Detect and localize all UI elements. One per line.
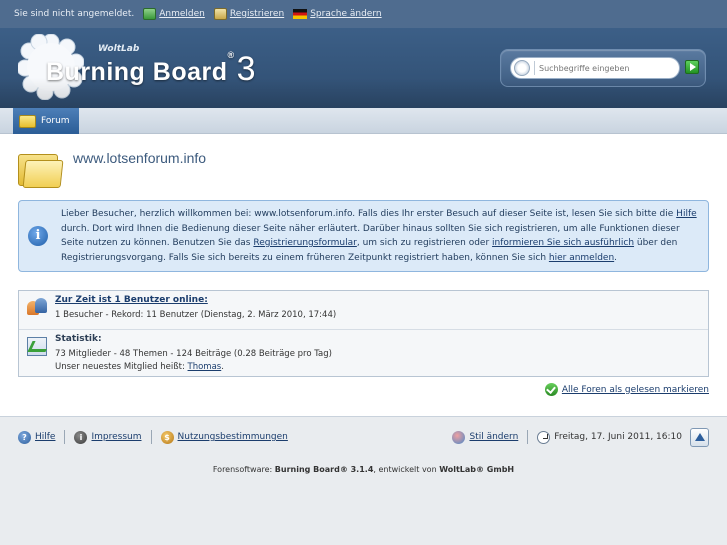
terms-icon: $ bbox=[160, 430, 174, 444]
footer-style-link[interactable]: Stil ändern bbox=[469, 432, 518, 442]
info-icon: i bbox=[28, 226, 48, 246]
checkmark-icon bbox=[544, 383, 558, 396]
newest-member-suffix: . bbox=[221, 362, 224, 372]
page-footer: ? Hilfe i Impressum $ Nutzungsbestimmung… bbox=[0, 416, 727, 545]
login-icon bbox=[143, 8, 157, 20]
footer-terms-link[interactable]: Nutzungsbestimmungen bbox=[178, 432, 288, 442]
magnifier-icon[interactable] bbox=[514, 60, 530, 76]
welcome-text-part: Lieber Besucher, herzlich willkommen bei… bbox=[61, 209, 677, 219]
forum-folder-icon bbox=[18, 150, 64, 188]
users-online-icon bbox=[27, 298, 47, 315]
statistics-heading: Statistik: bbox=[55, 334, 102, 344]
page-title: www.lotsenforum.info bbox=[73, 150, 207, 166]
footer-style[interactable]: Stil ändern bbox=[452, 430, 518, 444]
main-content: www.lotsenforum.info i Lieber Besucher, … bbox=[0, 134, 727, 416]
forum-statistics-box: Zur Zeit ist 1 Benutzer online: 1 Besuch… bbox=[18, 290, 709, 377]
site-header: WoltLab Burning Board®3 bbox=[0, 28, 727, 108]
footer-separator bbox=[64, 430, 66, 444]
style-palette-icon bbox=[452, 430, 466, 444]
search-input[interactable] bbox=[539, 62, 674, 74]
imprint-icon: i bbox=[74, 430, 88, 444]
footer-date: Freitag, 17. Juni 2011, 16:10 bbox=[537, 430, 682, 444]
login-link[interactable]: Anmelden bbox=[143, 8, 205, 20]
clock-icon bbox=[537, 430, 551, 444]
login-label: Anmelden bbox=[159, 9, 205, 19]
newest-member-prefix: Unser neuestes Mitglied heißt: bbox=[55, 362, 188, 372]
back-to-top-icon[interactable] bbox=[690, 427, 709, 447]
users-online-record: 1 Besucher - Rekord: 11 Benutzer (Dienst… bbox=[55, 310, 337, 320]
flag-germany-icon bbox=[293, 9, 308, 19]
login-here-link[interactable]: hier anmelden bbox=[549, 253, 614, 263]
newest-member-line: Unser neuestes Mitglied heißt: Thomas. bbox=[55, 362, 224, 372]
logo-registered-mark: ® bbox=[227, 50, 235, 60]
main-navigation: Forum bbox=[0, 108, 727, 134]
registration-form-link[interactable]: Registrierungsformular bbox=[253, 238, 356, 248]
logo-title: Burning Board®3 bbox=[46, 50, 256, 89]
footer-imprint-link[interactable]: Impressum bbox=[91, 432, 141, 442]
statistics-section: Statistik: 73 Mitglieder - 48 Themen - 1… bbox=[19, 329, 708, 377]
mark-all-read-link[interactable]: Alle Foren als gelesen markieren bbox=[562, 385, 709, 395]
logo-version-number: 3 bbox=[236, 50, 257, 88]
user-bar: Sie sind nicht angemeldet. Anmelden Regi… bbox=[0, 0, 727, 28]
copyright-product: Burning Board® 3.1.4 bbox=[274, 465, 374, 474]
folder-icon bbox=[19, 114, 36, 128]
login-status: Sie sind nicht angemeldet. bbox=[14, 9, 135, 19]
copyright-mid: , entwickelt von bbox=[373, 465, 440, 474]
search-divider bbox=[534, 61, 535, 75]
search-submit-icon[interactable] bbox=[685, 60, 699, 74]
register-link[interactable]: Registrieren bbox=[213, 8, 285, 20]
welcome-info-box: i Lieber Besucher, herzlich willkommen b… bbox=[18, 200, 709, 272]
footer-help[interactable]: ? Hilfe bbox=[18, 430, 55, 444]
footer-separator bbox=[527, 430, 529, 444]
footer-right: Stil ändern Freitag, 17. Juni 2011, 16:1… bbox=[452, 427, 709, 447]
register-icon bbox=[213, 8, 227, 20]
footer-help-link[interactable]: Hilfe bbox=[35, 432, 55, 442]
tab-forum-label: Forum bbox=[41, 116, 70, 126]
tab-forum[interactable]: Forum bbox=[13, 108, 79, 134]
users-online-section: Zur Zeit ist 1 Benutzer online: 1 Besuch… bbox=[19, 291, 708, 329]
language-label: Sprache ändern bbox=[310, 9, 382, 19]
search-box bbox=[500, 49, 706, 87]
language-link[interactable]: Sprache ändern bbox=[293, 9, 382, 19]
register-label: Registrieren bbox=[229, 9, 285, 19]
welcome-text: Lieber Besucher, herzlich willkommen bei… bbox=[61, 207, 701, 265]
footer-separator bbox=[150, 430, 152, 444]
users-online-link[interactable]: Zur Zeit ist 1 Benutzer online: bbox=[55, 295, 208, 305]
logo-title-text: Burning Board bbox=[46, 58, 228, 86]
copyright-prefix: Forensoftware: bbox=[212, 465, 275, 474]
search-field[interactable] bbox=[510, 57, 680, 79]
footer-terms[interactable]: $ Nutzungsbestimmungen bbox=[160, 430, 288, 444]
registration-info-link[interactable]: informieren Sie sich ausführlich bbox=[492, 238, 634, 248]
statistics-chart-icon bbox=[27, 337, 47, 356]
copyright-vendor: WoltLab® GmbH bbox=[439, 465, 515, 474]
welcome-text-part: . bbox=[614, 252, 618, 263]
current-date: Freitag, 17. Juni 2011, 16:10 bbox=[554, 432, 682, 442]
footer-bar: ? Hilfe i Impressum $ Nutzungsbestimmung… bbox=[18, 427, 709, 447]
welcome-text-part: , um sich zu registrieren oder bbox=[356, 238, 493, 248]
burning-board-logo[interactable]: WoltLab Burning Board®3 bbox=[18, 34, 278, 100]
footer-imprint[interactable]: i Impressum bbox=[74, 430, 142, 444]
help-link[interactable]: Hilfe bbox=[676, 209, 696, 219]
copyright-line: Forensoftware: Burning Board® 3.1.4, ent… bbox=[0, 465, 727, 474]
help-icon: ? bbox=[18, 430, 31, 444]
statistics-counts: 73 Mitglieder - 48 Themen - 124 Beiträge… bbox=[55, 349, 332, 359]
newest-member-link[interactable]: Thomas bbox=[188, 362, 222, 372]
mark-all-read[interactable]: Alle Foren als gelesen markieren bbox=[544, 383, 709, 396]
